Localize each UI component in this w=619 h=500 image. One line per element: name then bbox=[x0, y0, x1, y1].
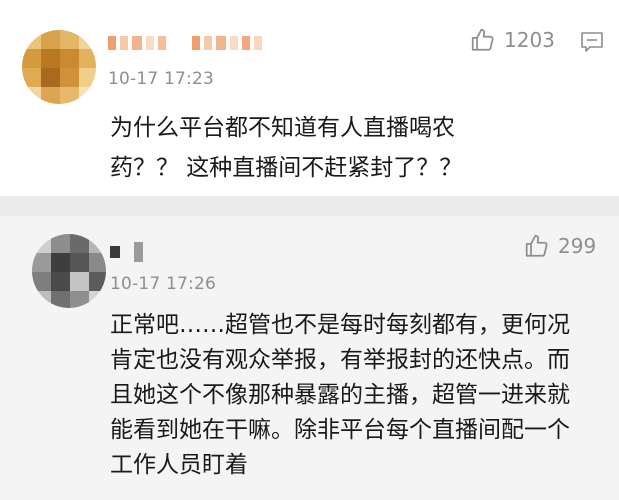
comment-text-line: 且她这个不像那种暴露的主播，超管一进来就 bbox=[110, 382, 570, 408]
like-button[interactable]: 299 bbox=[524, 233, 596, 259]
comment-text-line: 能看到她在干嘛。除非平台每个直播间配一个 bbox=[110, 417, 570, 443]
comment-text-line: 为什么平台都不知道有人直播喝农 bbox=[110, 115, 455, 141]
comment-text-line: 药？？ 这种直播间不赶紧封了？？ bbox=[110, 155, 463, 181]
like-button[interactable]: 1203 bbox=[470, 27, 555, 53]
comment-item: 10-17 17:26 299 正常吧……超管也不是每时每刻都有，更何况 肯定也… bbox=[0, 216, 619, 500]
comment-text: 正常吧……超管也不是每时每刻都有，更何况 肯定也没有观众举报，有举报封的还快点。… bbox=[110, 308, 600, 483]
thumbs-up-icon bbox=[524, 233, 550, 259]
comment-text-line: 肯定也没有观众举报，有举报封的还快点。而 bbox=[110, 347, 570, 373]
comment-time: 10-17 17:23 bbox=[108, 69, 214, 89]
comment-bubble-icon[interactable] bbox=[580, 31, 604, 57]
username-blurred[interactable] bbox=[110, 242, 143, 262]
avatar[interactable] bbox=[22, 30, 96, 104]
comment-text-line: 正常吧……超管也不是每时每刻都有，更何况 bbox=[110, 312, 570, 338]
comment-item: 10-17 17:23 1203 为什么平台都不知道有人直播喝农 药？？ 这种直… bbox=[0, 0, 619, 196]
divider bbox=[0, 196, 619, 216]
comment-text-line: 工作人员盯着 bbox=[110, 452, 248, 478]
avatar[interactable] bbox=[32, 234, 106, 308]
comment-text: 为什么平台都不知道有人直播喝农 药？？ 这种直播间不赶紧封了？？ bbox=[110, 108, 600, 188]
like-count: 1203 bbox=[504, 28, 555, 52]
like-count: 299 bbox=[558, 234, 597, 258]
comment-time: 10-17 17:26 bbox=[110, 274, 216, 294]
thumbs-up-icon bbox=[470, 27, 496, 53]
username-blurred[interactable] bbox=[108, 36, 262, 50]
